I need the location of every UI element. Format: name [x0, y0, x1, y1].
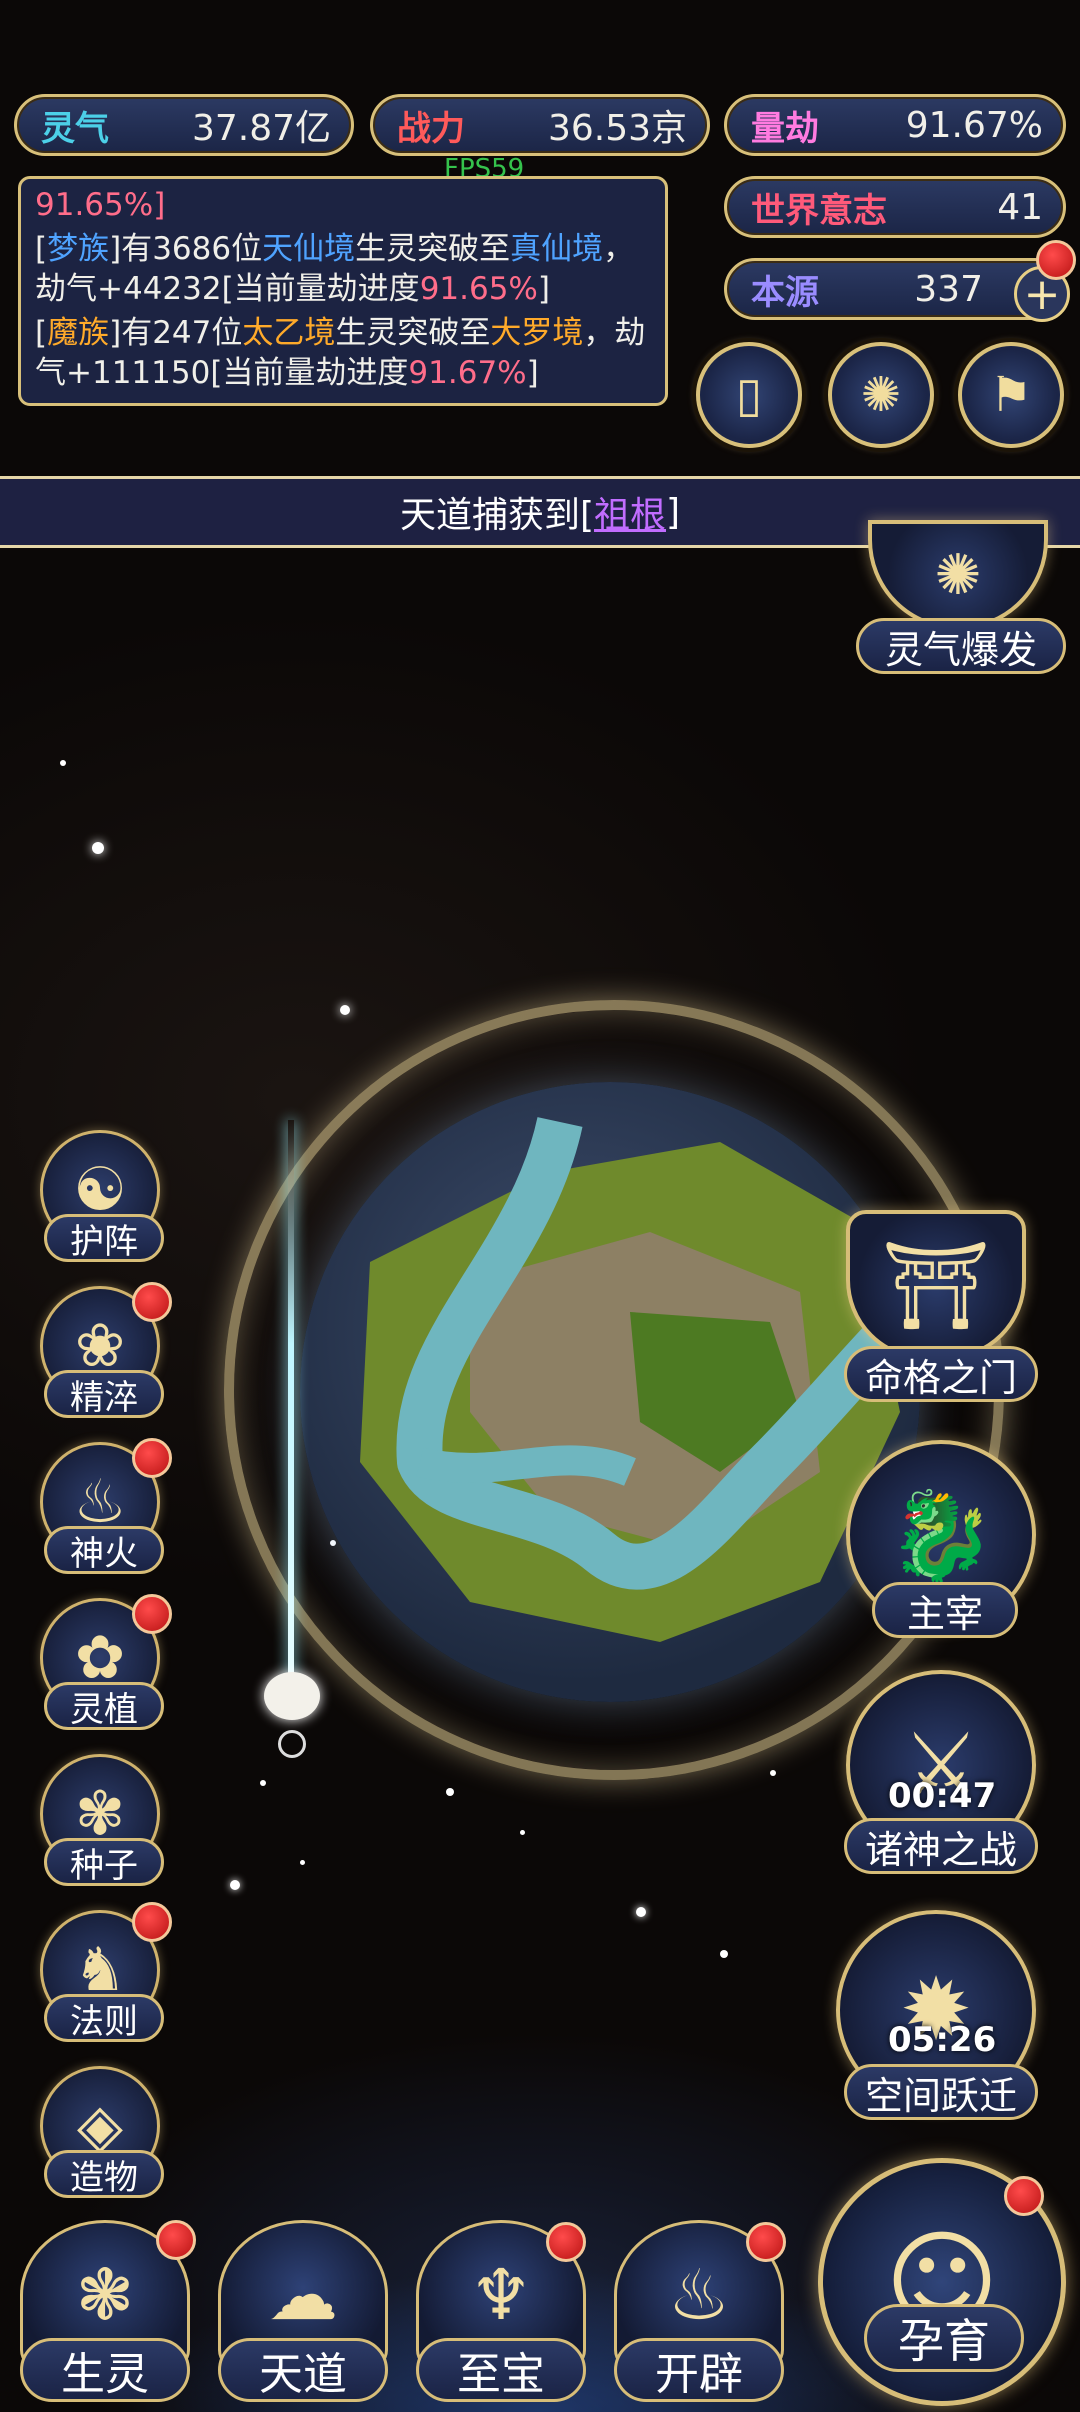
liangjie-label: 量劫 — [751, 108, 819, 149]
star — [92, 842, 104, 854]
refine-label[interactable]: 精淬 — [44, 1370, 164, 1418]
notification-dot — [132, 1902, 172, 1942]
planet-globe[interactable] — [300, 1082, 920, 1702]
star — [770, 1770, 776, 1776]
log-line-partial: 91.65%] — [35, 187, 166, 223]
vortex-button[interactable]: ✺ — [828, 342, 934, 448]
shijie-label: 世界意志 — [751, 190, 887, 231]
nav-pioneer-label[interactable]: 开辟 — [614, 2338, 784, 2402]
star — [230, 1880, 240, 1890]
card-icon: ▯ — [735, 367, 763, 423]
stat-shijie[interactable]: 世界意志 41 — [724, 176, 1066, 238]
star — [340, 1005, 350, 1015]
benyuan-label: 本源 — [751, 272, 819, 313]
space-jump-timer: 05:26 — [888, 2020, 997, 2060]
spirit-plant-label[interactable]: 灵植 — [44, 1682, 164, 1730]
notification-dot — [746, 2222, 786, 2262]
shijie-value: 41 — [997, 186, 1043, 228]
stat-zhanli: 战力 36.53京 — [370, 94, 710, 156]
star — [520, 1830, 525, 1835]
notification-dot — [546, 2222, 586, 2262]
notification-dot — [132, 1438, 172, 1478]
notification-dot — [1036, 240, 1076, 280]
flag-button[interactable]: ⚑ — [958, 342, 1064, 448]
star — [720, 1950, 728, 1958]
notification-dot — [1004, 2176, 1044, 2216]
burst-icon: ✺ — [934, 542, 982, 608]
gods-war-timer: 00:47 — [888, 1776, 997, 1816]
notification-dot — [132, 1594, 172, 1634]
phoenix-icon: ❃ — [75, 2254, 135, 2336]
formation-label[interactable]: 护阵 — [44, 1214, 164, 1262]
nav-treasure-label[interactable]: 至宝 — [416, 2338, 586, 2402]
star — [636, 1907, 646, 1917]
lingqi-label: 灵气 — [41, 108, 109, 149]
location-marker-icon — [278, 1730, 306, 1758]
star — [260, 1780, 266, 1786]
star — [446, 1788, 454, 1796]
master-label[interactable]: 主宰 — [872, 1582, 1018, 1638]
flame-icon: ♨ — [667, 2254, 731, 2336]
nurture-label[interactable]: 孕育 — [864, 2304, 1024, 2372]
zhanli-value: 36.53京 — [547, 108, 687, 149]
notification-dot — [156, 2220, 196, 2260]
fate-gate-button[interactable]: ⛩ — [846, 1210, 1026, 1360]
lingqi-value: 37.87亿 — [191, 108, 331, 149]
planet-terrain — [360, 1116, 917, 1642]
star — [300, 1860, 305, 1865]
zhanli-label: 战力 — [397, 108, 465, 149]
nav-heaven-label[interactable]: 天道 — [218, 2338, 388, 2402]
gods-war-label[interactable]: 诸神之战 — [844, 1818, 1038, 1874]
capture-link[interactable]: 祖根 — [594, 486, 666, 538]
stat-lingqi: 灵气 37.87亿 — [14, 94, 354, 156]
burst-label[interactable]: 灵气爆发 — [856, 618, 1066, 674]
card-button[interactable]: ▯ — [696, 342, 802, 448]
star — [60, 760, 66, 766]
vortex-icon: ✺ — [860, 367, 902, 423]
seed-label[interactable]: 种子 — [44, 1838, 164, 1886]
liangjie-value: 91.67% — [905, 104, 1043, 146]
divine-fire-label[interactable]: 神火 — [44, 1526, 164, 1574]
space-jump-label[interactable]: 空间跃迁 — [844, 2064, 1038, 2120]
fate-gate-label[interactable]: 命格之门 — [844, 1346, 1038, 1402]
notification-dot — [132, 1282, 172, 1322]
cloud-icon: ☁ — [268, 2254, 338, 2336]
log-entry: [梦族]有3686位天仙境生灵突破至真仙境，劫气+44232[当前量劫进度91.… — [35, 231, 635, 307]
stat-liangjie[interactable]: 量劫 91.67% — [724, 94, 1066, 156]
event-log: 91.65%] [梦族]有3686位天仙境生灵突破至真仙境，劫气+44232[当… — [18, 176, 668, 406]
law-label[interactable]: 法则 — [44, 1994, 164, 2042]
benyuan-value: 337 — [914, 268, 983, 310]
light-beam — [288, 1120, 294, 1680]
trident-icon: ♆ — [469, 2254, 533, 2336]
cloud-sprite[interactable] — [264, 1672, 320, 1720]
log-entry: [魔族]有247位太乙境生灵突破至大罗境，劫气+111150[当前量劫进度91.… — [35, 315, 646, 391]
flag-icon: ⚑ — [989, 367, 1033, 423]
gate-icon: ⛩ — [881, 1235, 991, 1336]
dragon-icon: 🐉 — [887, 1485, 995, 1586]
nav-beings-label[interactable]: 生灵 — [20, 2338, 190, 2402]
